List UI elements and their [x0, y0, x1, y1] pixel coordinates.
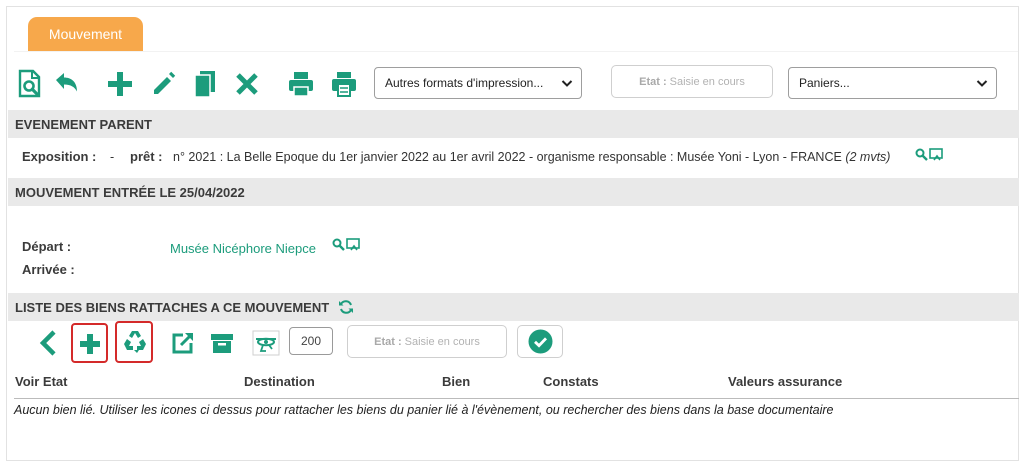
chevron-down-icon	[561, 77, 573, 92]
print-icon[interactable]	[285, 68, 317, 100]
loan-description: n° 2021 : La Belle Epoque du 1er janvier…	[173, 150, 842, 164]
quantity-field[interactable]: 200	[289, 327, 333, 355]
exposition-label: Exposition :	[22, 149, 97, 164]
loan-open-icon[interactable]	[929, 148, 943, 164]
back-arrow-icon[interactable]	[52, 68, 82, 100]
loan-count: (2 mvts)	[845, 150, 891, 164]
close-icon[interactable]	[232, 68, 262, 100]
baskets-value: Paniers...	[799, 76, 850, 90]
column-header-reports[interactable]: Constats	[543, 374, 599, 389]
departure-open-icon[interactable]	[346, 238, 360, 254]
state-value: Saisie en cours	[669, 75, 745, 88]
chevron-left-icon[interactable]	[36, 327, 60, 359]
loan-search-icon[interactable]	[915, 148, 928, 164]
print-formats-select[interactable]: Autres formats d'impression...	[374, 67, 582, 99]
asset-state-value: Saisie en cours	[404, 335, 480, 348]
column-header-destination[interactable]: Destination	[244, 374, 315, 389]
state-label: Etat :	[639, 75, 667, 88]
departure-value[interactable]: Musée Nicéphore Niepce	[170, 241, 316, 256]
exposition-value: -	[110, 150, 115, 164]
check-circle-icon	[528, 329, 552, 354]
asset-state-display: Etat : Saisie en cours	[347, 325, 507, 358]
eye-of-horus-icon[interactable]	[251, 328, 281, 358]
column-header-view-state[interactable]: Voir Etat	[15, 374, 68, 389]
loan-label: prêt :	[130, 149, 163, 164]
departure-label: Départ :	[22, 239, 72, 254]
archive-box-icon[interactable]	[207, 328, 237, 358]
refresh-icon[interactable]	[338, 299, 354, 315]
table-header-divider	[14, 398, 1019, 399]
state-display: Etat : Saisie en cours	[611, 65, 773, 98]
tab-label: Mouvement	[48, 26, 123, 42]
print-alt-icon[interactable]	[328, 68, 360, 100]
tab-mouvement[interactable]: Mouvement	[28, 17, 143, 51]
validate-button[interactable]	[517, 325, 563, 358]
arrival-label: Arrivée :	[22, 262, 75, 277]
departure-search-icon[interactable]	[332, 238, 345, 254]
column-header-asset[interactable]: Bien	[442, 374, 470, 389]
asset-state-label: Etat :	[374, 335, 402, 348]
loan-text: n° 2021 : La Belle Epoque du 1er janvier…	[173, 150, 890, 164]
add-asset-plus-icon[interactable]	[74, 328, 105, 359]
column-header-insurance-values[interactable]: Valeurs assurance	[728, 374, 842, 389]
pencil-icon[interactable]	[148, 68, 178, 100]
chevron-down-icon	[976, 77, 988, 92]
quantity-value: 200	[300, 334, 322, 348]
parent-event-heading-text: EVENEMENT PARENT	[15, 116, 152, 132]
assets-heading: LISTE DES BIENS RATTACHES A CE MOUVEMENT	[8, 293, 1019, 321]
tab-underline	[14, 51, 1018, 52]
baskets-select[interactable]: Paniers...	[788, 67, 997, 99]
plus-icon[interactable]	[105, 68, 135, 100]
assets-heading-text: LISTE DES BIENS RATTACHES A CE MOUVEMENT	[15, 299, 330, 315]
empty-table-message: Aucun bien lié. Utiliser les icones ci d…	[14, 403, 834, 417]
parent-event-heading: EVENEMENT PARENT	[8, 110, 1019, 138]
movement-heading-text: MOUVEMENT ENTRÉE LE 25/04/2022	[15, 184, 245, 200]
movement-heading: MOUVEMENT ENTRÉE LE 25/04/2022	[8, 178, 1019, 206]
copy-icon[interactable]	[190, 68, 220, 100]
print-formats-value: Autres formats d'impression...	[385, 76, 544, 90]
external-link-icon[interactable]	[168, 328, 198, 358]
search-document-icon[interactable]	[14, 68, 46, 100]
recycle-icon[interactable]	[119, 326, 150, 358]
